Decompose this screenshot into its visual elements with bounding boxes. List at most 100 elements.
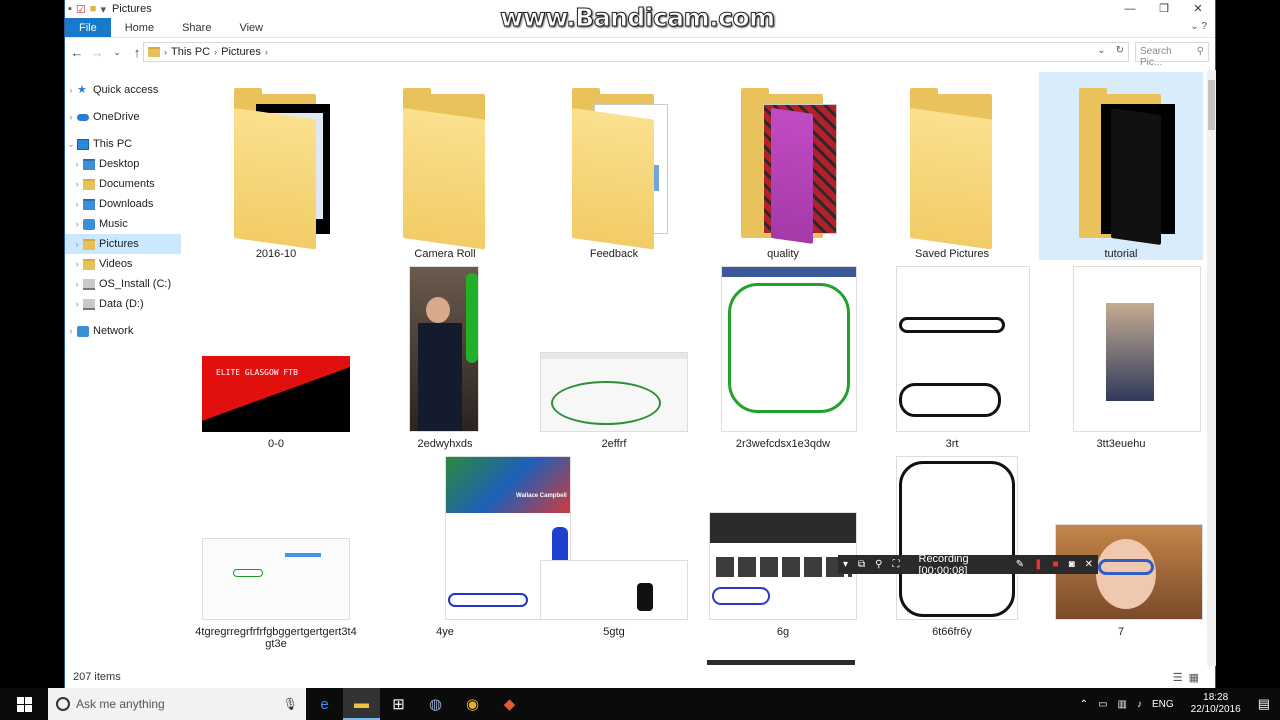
window-mode-icon[interactable]: ⧉ [858,559,865,570]
pen-icon[interactable]: ✎ [1016,559,1024,570]
chevron-right-icon[interactable]: › [71,179,83,189]
breadcrumb-this-pc[interactable]: This PC [171,46,210,58]
minimize-button[interactable]: — [1113,0,1147,18]
view-toggle-icons[interactable]: ☰▦ [1173,671,1205,684]
search-input[interactable]: Search Pic... ⚲ [1135,42,1209,68]
chrome-icon[interactable]: ◉ [454,688,491,720]
checkmark-icon[interactable]: ☑ [76,3,86,16]
close-button[interactable]: ✕ [1181,0,1215,18]
image-thumbnail [721,266,857,432]
chevron-right-icon[interactable]: › [71,279,83,289]
image-thumbnail [202,538,350,620]
system-tray: ⌃ ▭ ▥ ♪ ENG 18:28 22/10/2016 ▤ [1075,688,1280,720]
vertical-scrollbar[interactable] [1207,70,1216,666]
edge-icon[interactable]: e [306,688,343,720]
image-item[interactable]: 2effrf [532,266,696,454]
folder-item[interactable]: Camera Roll [363,72,527,260]
start-button[interactable] [0,688,48,720]
chevron-right-icon[interactable]: › [65,326,77,336]
maximize-button[interactable]: ❐ [1147,0,1181,18]
address-bar[interactable]: › This PC › Pictures › ⌄ ↻ [143,42,1129,62]
volume-icon[interactable]: ♪ [1137,699,1142,710]
recent-locations-icon[interactable]: ⌄ [107,47,127,58]
sidebar-item-documents[interactable]: › Documents [65,174,181,194]
image-item[interactable]: 3tt3euehu [1039,266,1203,454]
drive-icon [83,298,95,310]
sidebar-item-pictures[interactable]: › Pictures [65,234,181,254]
image-item[interactable]: 2edwyhxds [363,266,527,454]
language-indicator[interactable]: ENG [1152,699,1174,710]
tab-home[interactable]: Home [111,18,168,37]
sidebar-item-desktop[interactable]: › Desktop [65,154,181,174]
folder-item[interactable]: Saved Pictures [870,72,1034,260]
folder-item[interactable]: quality [701,72,865,260]
breadcrumb-pictures[interactable]: Pictures [221,46,261,58]
notifications-icon[interactable]: ▤ [1258,696,1270,712]
chevron-right-icon[interactable]: › [65,112,77,122]
image-item[interactable]: ELITE GLASGOW FTB 0-0 [194,266,358,454]
file-name: Saved Pictures [915,248,989,260]
network-icon[interactable]: ▥ [1118,699,1127,710]
search-icon: ⚲ [1196,46,1204,57]
zoom-icon[interactable]: ⚲ [875,559,882,570]
image-thumbnail-partial[interactable] [707,660,855,665]
fullscreen-icon[interactable]: ⛶ [893,559,900,570]
image-item[interactable]: 2r3wefcdsx1e3qdw [701,266,865,454]
folder-item-selected[interactable]: tutorial [1039,72,1203,260]
sidebar-item-data-drive[interactable]: › Data (D:) [65,294,181,314]
chevron-right-icon[interactable]: › [71,199,83,209]
expand-ribbon-icon[interactable]: ⌄ ? [1190,21,1207,32]
forward-button[interactable]: → [87,45,107,60]
battery-icon[interactable]: ▭ [1098,699,1107,710]
chevron-right-icon[interactable]: › [71,159,83,169]
bandicam-icon[interactable]: ◆ [491,688,528,720]
back-button[interactable]: ← [67,45,87,60]
chevron-right-icon[interactable]: › [71,299,83,309]
image-item[interactable]: Wallace Campbell 4ye [363,456,571,656]
close-icon[interactable]: ✕ [1085,559,1093,570]
image-item[interactable]: 5gtg [532,456,696,656]
sidebar-item-videos[interactable]: › Videos [65,254,181,274]
search-box[interactable]: Ask me anything 🎙 [48,688,306,720]
sidebar-item-this-pc[interactable]: ⌄ This PC [65,134,181,154]
image-item[interactable]: 4tgregrregrfrfrfgbggertgertgert3t4gt3e [194,456,358,656]
clock[interactable]: 18:28 22/10/2016 [1191,692,1241,716]
refresh-icon[interactable]: ↻ [1116,45,1124,56]
tab-share[interactable]: Share [168,18,225,37]
microphone-icon[interactable]: 🎙 [283,697,298,711]
sidebar-item-music[interactable]: › Music [65,214,181,234]
pause-icon[interactable]: ❚ [1034,559,1042,570]
sidebar-item-downloads[interactable]: › Downloads [65,194,181,214]
chevron-down-icon[interactable]: ⌄ [65,139,77,150]
sidebar-item-onedrive[interactable]: › OneDrive [65,107,181,127]
dropdown-icon[interactable]: ▾ [843,559,848,570]
properties-icon[interactable]: ▪ [68,3,72,15]
folder-item[interactable]: Feedback [532,72,696,260]
address-dropdown-icon[interactable]: ⌄ [1097,45,1105,56]
file-name: 4tgregrregrfrfrfgbggertgertgert3t4gt3e [195,626,357,650]
tab-view[interactable]: View [225,18,277,37]
sidebar-item-network[interactable]: › Network [65,321,181,341]
chevron-right-icon[interactable]: › [65,85,77,95]
new-folder-icon[interactable]: ■ [90,3,97,15]
sidebar-item-os-install[interactable]: › OS_Install (C:) [65,274,181,294]
steam-icon[interactable]: ◍ [417,688,454,720]
scrollbar-thumb[interactable] [1208,80,1215,130]
chevron-right-icon[interactable]: › [71,219,83,229]
stop-icon[interactable]: ■ [1053,559,1059,570]
show-hidden-icons-icon[interactable]: ⌃ [1080,699,1088,710]
chevron-right-icon[interactable]: › [71,259,83,269]
recording-status: Recording [00:00:08] [918,552,969,577]
sidebar-item-quick-access[interactable]: › ★ Quick access [65,80,181,100]
store-icon[interactable]: ⊞ [380,688,417,720]
camera-icon[interactable]: ◙ [1069,559,1075,570]
chevron-right-icon[interactable]: › [71,239,83,249]
sidebar-item-label: OS_Install (C:) [99,278,172,290]
folder-item[interactable]: 2016-10 [194,72,358,260]
tab-file[interactable]: File [65,18,111,37]
sidebar-item-label: Data (D:) [99,298,144,310]
file-explorer-icon[interactable]: ▬ [343,688,380,720]
image-item[interactable]: 3rt [870,266,1034,454]
file-name: 6t66fr6y [932,626,972,638]
chevron-down-icon[interactable]: ▾ [100,3,106,16]
